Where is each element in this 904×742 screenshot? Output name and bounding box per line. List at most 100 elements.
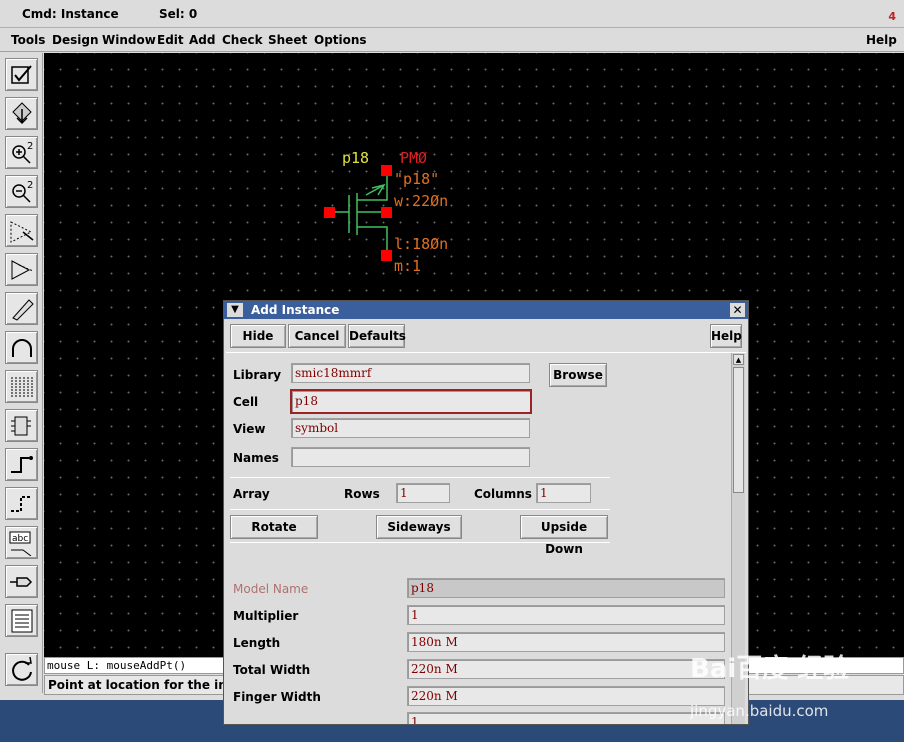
- names-label: Names: [233, 451, 279, 465]
- multiplier-label: Multiplier: [233, 609, 299, 623]
- menu-options[interactable]: Options: [314, 33, 367, 47]
- zoom-out-tool[interactable]: 2: [5, 175, 38, 208]
- menu-check[interactable]: Check: [222, 33, 263, 47]
- upside-down-button[interactable]: Upside Down: [520, 515, 608, 556]
- label-tool[interactable]: abc: [5, 526, 38, 559]
- browse-button[interactable]: Browse: [549, 363, 607, 387]
- defaults-button[interactable]: Defaults: [348, 324, 406, 348]
- multiplier-label: m:1: [394, 257, 422, 275]
- form-icon: [11, 609, 33, 633]
- descend-icon: [12, 102, 32, 125]
- menu-bar: Tools Design Window Edit Add Check Sheet…: [0, 28, 904, 52]
- pin-tool[interactable]: [5, 409, 38, 442]
- bulk-pin: [381, 207, 392, 218]
- wire-tool[interactable]: [5, 292, 38, 325]
- bus-icon: [11, 377, 33, 397]
- bus-tool[interactable]: [5, 370, 38, 403]
- next-param-field[interactable]: 1: [407, 712, 725, 724]
- menu-help[interactable]: Help: [866, 33, 897, 47]
- cell-field[interactable]: p18: [290, 389, 532, 414]
- length-label: Length: [233, 636, 281, 650]
- refresh-icon: [12, 657, 32, 681]
- pencil-icon: [12, 299, 34, 321]
- copy-tool[interactable]: [5, 253, 38, 286]
- selection-status: Sel: 0: [159, 7, 198, 21]
- label-abc-icon: abc: [9, 531, 32, 556]
- status-number: 4: [888, 10, 896, 23]
- width-label: w:22Øn: [394, 192, 449, 210]
- command-status: Cmd: Instance: [22, 7, 119, 21]
- connector-icon: [10, 577, 33, 587]
- descend-tool[interactable]: [5, 97, 38, 130]
- check-save-tool[interactable]: [5, 58, 38, 91]
- undo-tool[interactable]: [5, 331, 38, 364]
- cell-label: Cell: [233, 395, 259, 409]
- menu-sheet[interactable]: Sheet: [268, 33, 307, 47]
- columns-field[interactable]: 1: [536, 483, 591, 503]
- help-button[interactable]: Help: [710, 324, 742, 348]
- separator: [230, 509, 610, 510]
- menu-window[interactable]: Window: [102, 33, 156, 47]
- zoom-in-tool[interactable]: 2: [5, 136, 38, 169]
- rows-field[interactable]: 1: [396, 483, 450, 503]
- baidu-watermark: Bai百度 经验: [690, 654, 850, 684]
- menu-tools[interactable]: Tools: [11, 33, 45, 47]
- zoom-out-icon: 2: [12, 180, 33, 203]
- menu-design[interactable]: Design: [52, 33, 99, 47]
- copy-icon: [11, 260, 34, 280]
- length-label: l:18Øn: [394, 235, 449, 253]
- cell-name-label: p18: [342, 149, 370, 167]
- view-field[interactable]: symbol: [291, 418, 530, 438]
- window-menu-icon[interactable]: ▼: [227, 303, 243, 317]
- separator: [226, 352, 746, 353]
- model-name-label: Model Name: [233, 582, 309, 596]
- stretch-icon: [10, 221, 34, 243]
- rows-label: Rows: [344, 487, 380, 501]
- status-bar: Cmd: Instance Sel: 0 4: [0, 0, 904, 28]
- scrollbar-thumb[interactable]: [733, 367, 744, 493]
- source-pin: [381, 250, 392, 261]
- drain-pin: [381, 165, 392, 176]
- checkbox-icon: [11, 65, 32, 84]
- undo-arc-icon: [12, 339, 32, 357]
- zoom-in-icon: 2: [12, 141, 33, 164]
- tool-palette: 2 2 abc: [0, 53, 43, 693]
- stretch-tool[interactable]: [5, 214, 38, 247]
- redraw-tool[interactable]: [5, 653, 38, 686]
- model-name-field: p18: [407, 578, 725, 598]
- length-field[interactable]: 180n M: [407, 632, 725, 652]
- multiplier-field[interactable]: 1: [407, 605, 725, 625]
- library-label: Library: [233, 368, 282, 382]
- instance-name-label: PMØ: [400, 149, 428, 167]
- svg-text:2: 2: [27, 180, 33, 191]
- svg-text:abc: abc: [12, 534, 28, 544]
- sideways-button[interactable]: Sideways: [376, 515, 462, 539]
- array-label: Array: [233, 487, 270, 501]
- total-width-field[interactable]: 220n M: [407, 659, 725, 679]
- finger-width-field[interactable]: 220n M: [407, 686, 725, 706]
- model-label: "p18": [394, 170, 440, 188]
- route-step-tool[interactable]: [5, 487, 38, 520]
- separator: [230, 542, 610, 543]
- connector-tool[interactable]: [5, 565, 38, 598]
- menu-add[interactable]: Add: [189, 33, 215, 47]
- view-label: View: [233, 422, 266, 436]
- total-width-label: Total Width: [233, 663, 311, 677]
- rotate-button[interactable]: Rotate: [230, 515, 318, 539]
- add-instance-dialog: Add Instance ▼ ✕ Hide Cancel Defaults He…: [223, 300, 749, 725]
- close-icon[interactable]: ✕: [730, 303, 745, 317]
- scroll-up-icon[interactable]: ▲: [733, 354, 744, 365]
- gate-pin: [324, 207, 335, 218]
- library-field[interactable]: smic18mmrf: [291, 363, 530, 383]
- route-tool[interactable]: [5, 448, 38, 481]
- cancel-button[interactable]: Cancel: [288, 324, 346, 348]
- hide-button[interactable]: Hide: [230, 324, 286, 348]
- baidu-watermark-url: jingyan.baidu.com: [690, 702, 829, 720]
- names-field[interactable]: [291, 447, 530, 467]
- separator: [230, 477, 610, 478]
- menu-edit[interactable]: Edit: [157, 33, 184, 47]
- property-tool[interactable]: [5, 604, 38, 637]
- dialog-title: Add Instance: [224, 301, 748, 319]
- route-step-icon: [11, 456, 33, 473]
- route-dashed-icon: [11, 496, 31, 512]
